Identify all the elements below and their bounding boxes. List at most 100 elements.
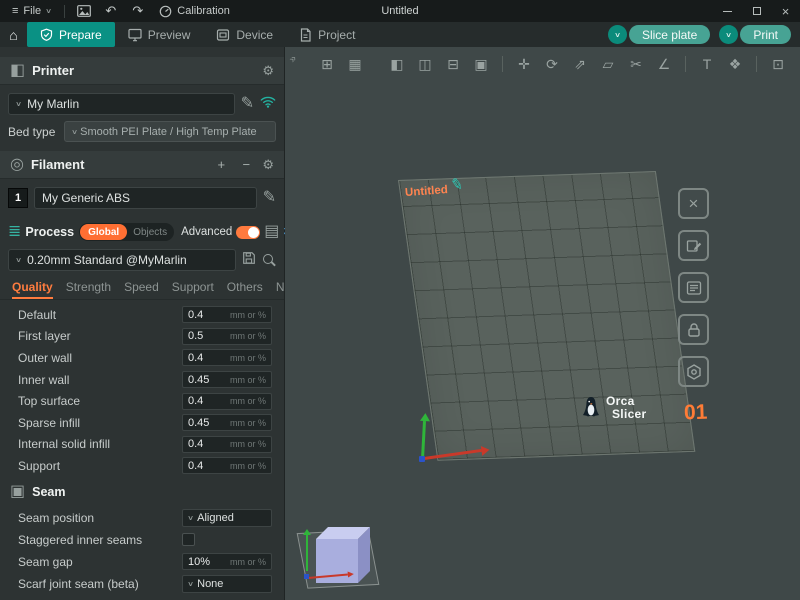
slice-options-button[interactable]: ∨	[608, 25, 627, 44]
plate-thumbnail[interactable]	[292, 501, 384, 598]
param-unit: mm or %	[230, 331, 266, 341]
plate-name-button[interactable]	[678, 272, 709, 303]
collapse-sidebar-button[interactable]: »	[287, 53, 300, 66]
lay-flat-icon[interactable]: ▱	[596, 52, 620, 76]
rotate-icon[interactable]: ⟳	[540, 52, 564, 76]
cut-icon[interactable]: ✂	[624, 52, 648, 76]
seam-row: Seam gap10%mm or %	[0, 551, 284, 573]
printer-settings-icon[interactable]: ⚙	[262, 64, 274, 77]
seam-gap-input[interactable]: 10%mm or %	[182, 553, 272, 570]
param-unit: mm or %	[230, 396, 266, 406]
edit-plate-button[interactable]	[678, 230, 709, 261]
tab-project[interactable]: Project	[286, 22, 368, 47]
param-input-support[interactable]: 0.4mm or %	[182, 457, 272, 474]
redo-button[interactable]: ↷	[125, 0, 150, 22]
build-plate[interactable]	[398, 171, 695, 461]
scope-global-button[interactable]: Global	[80, 224, 127, 240]
view-all-settings-icon[interactable]: ▤	[264, 224, 279, 240]
text-tool-icon[interactable]: T	[695, 52, 719, 76]
add-filament-button[interactable]: +	[212, 156, 230, 174]
param-value: 0.4	[188, 309, 203, 321]
param-input-default[interactable]: 0.4mm or %	[182, 306, 272, 323]
process-tab-speed[interactable]: Speed	[124, 280, 159, 299]
param-input-top-surface[interactable]: 0.4mm or %	[182, 393, 272, 410]
rename-plate-icon[interactable]: ✎	[449, 174, 465, 194]
titlebar: ≡ File ∨ ↶ ↷	[0, 0, 800, 22]
close-button[interactable]: ×	[771, 0, 800, 22]
process-tab-quality[interactable]: Quality	[12, 280, 53, 299]
add-plate-icon[interactable]: ⊞	[315, 52, 339, 76]
process-tab-others[interactable]: Others	[227, 280, 263, 299]
process-tab-strength[interactable]: Strength	[66, 280, 111, 299]
delete-plate-button[interactable]: ×	[678, 188, 709, 219]
split-parts-icon[interactable]: ⊟	[441, 52, 465, 76]
filament-settings-icon[interactable]: ⚙	[262, 158, 274, 171]
plate-settings-button[interactable]	[678, 356, 709, 387]
calibration-menu[interactable]: Calibration	[152, 0, 237, 22]
orca-logo: Orca Slicer	[581, 395, 647, 421]
measure-icon[interactable]: ∠	[652, 52, 676, 76]
undo-button[interactable]: ↶	[98, 0, 123, 22]
printer-connection-icon[interactable]	[260, 95, 276, 114]
remove-filament-button[interactable]: −	[237, 156, 255, 174]
device-icon	[216, 28, 230, 42]
setting-label-seam-position: Seam position	[18, 511, 94, 525]
assembly-view-icon[interactable]: ⊡	[766, 52, 790, 76]
chevron-down-icon: ∨	[614, 31, 621, 39]
advanced-toggle[interactable]	[236, 226, 260, 239]
split-objects-icon[interactable]: ◫	[413, 52, 437, 76]
logo-line-2: Slicer	[612, 408, 647, 421]
seam-section-header[interactable]: ▣ Seam	[0, 481, 284, 503]
filament-select[interactable]: My Generic ABS	[34, 187, 257, 209]
slice-plate-button[interactable]: Slice plate	[629, 25, 710, 44]
process-tab-support[interactable]: Support	[172, 280, 214, 299]
seam-list: Seam position ∨Aligned Staggered inner sea…	[0, 507, 284, 595]
image-tool-icon[interactable]: ❖	[723, 52, 747, 76]
minimize-button[interactable]	[713, 0, 742, 22]
tab-preview[interactable]: Preview	[115, 22, 204, 47]
param-input-inner-wall[interactable]: 0.45mm or %	[182, 371, 272, 388]
auto-orient-icon[interactable]: ◧	[385, 52, 409, 76]
fill-bed-icon[interactable]: ▣	[469, 52, 493, 76]
param-input-sparse-infill[interactable]: 0.45mm or %	[182, 414, 272, 431]
bed-type-value: Smooth PEI Plate / High Temp Plate	[80, 126, 257, 138]
move-icon[interactable]: ✛	[512, 52, 536, 76]
plate-actions: ×	[678, 188, 709, 387]
seam-position-select[interactable]: ∨Aligned	[182, 509, 272, 527]
filament-slot-badge[interactable]: 1	[8, 188, 28, 208]
tab-device[interactable]: Device	[203, 22, 286, 47]
param-input-outer-wall[interactable]: 0.4mm or %	[182, 349, 272, 366]
seam-row: Staggered inner seams	[0, 529, 284, 551]
param-input-internal-solid-infill[interactable]: 0.4mm or %	[182, 436, 272, 453]
print-options-button[interactable]: ∨	[719, 25, 738, 44]
param-unit: mm or %	[230, 461, 266, 471]
viewport-3d[interactable]: » ⊞▦◧◫⊟▣✛⟳⇗▱✂∠T❖⊡ Untitled ✎ Orca Slicer…	[285, 47, 800, 600]
orcaslicer-window: ≡ File ∨ ↶ ↷	[0, 0, 800, 600]
auto-arrange-icon[interactable]: ▦	[343, 52, 367, 76]
search-settings-icon[interactable]	[262, 253, 276, 267]
printer-select[interactable]: ∨ My Marlin	[8, 93, 235, 115]
print-button[interactable]: Print	[740, 25, 791, 44]
scale-icon[interactable]: ⇗	[568, 52, 592, 76]
edit-filament-icon[interactable]: ✎	[263, 190, 276, 206]
staggered-inner-seams-checkbox[interactable]	[182, 533, 195, 546]
scope-objects-button[interactable]: Objects	[127, 227, 173, 238]
home-button[interactable]: ⌂	[0, 22, 27, 47]
param-input-first-layer[interactable]: 0.5mm or %	[182, 328, 272, 345]
select-value: None	[197, 578, 223, 590]
maximize-button[interactable]	[742, 0, 771, 22]
calibration-icon	[159, 5, 172, 18]
file-menu[interactable]: ≡ File ∨	[5, 0, 58, 22]
process-section-title: Process	[25, 225, 74, 239]
lock-plate-button[interactable]	[678, 314, 709, 345]
tab-project-label: Project	[318, 28, 355, 42]
bed-type-select[interactable]: ∨ Smooth PEI Plate / High Temp Plate	[64, 121, 276, 142]
tab-prepare[interactable]: Prepare	[27, 22, 115, 47]
process-preset-select[interactable]: ∨ 0.20mm Standard @MyMarlin	[8, 249, 236, 271]
gallery-button[interactable]	[71, 0, 96, 22]
edit-printer-icon[interactable]: ✎	[241, 96, 254, 112]
param-label-default: Default	[18, 308, 56, 322]
scarf-joint-seam-beta-select[interactable]: ∨None	[182, 575, 272, 593]
y-axis-arrow	[421, 421, 426, 459]
save-preset-icon[interactable]	[242, 251, 256, 270]
